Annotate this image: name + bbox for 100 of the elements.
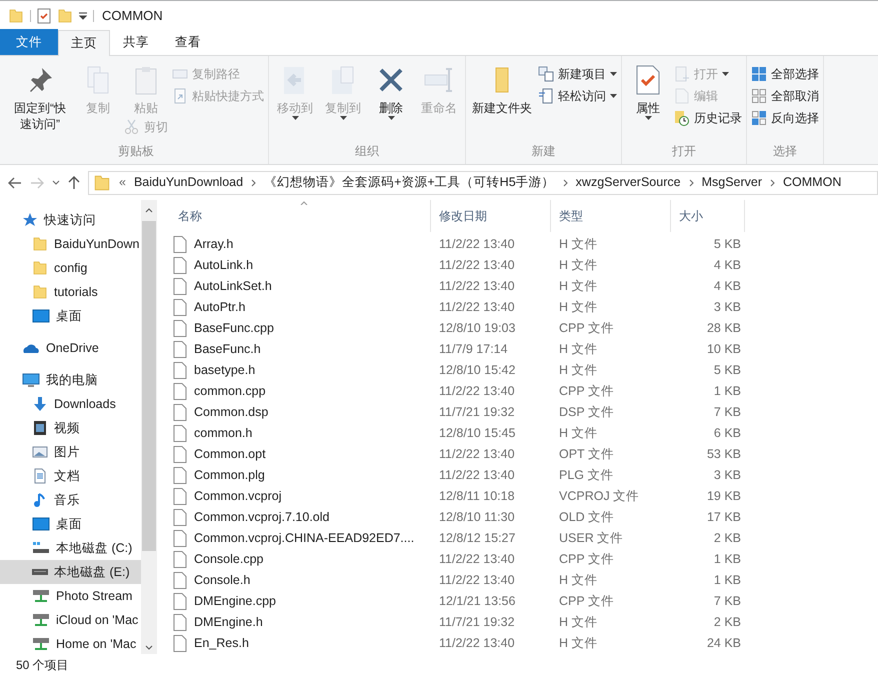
- table-cell-text: 11/2/22 13:40: [438, 446, 516, 464]
- column-header[interactable]: 类型: [551, 200, 671, 232]
- picture-icon: [32, 444, 48, 460]
- file-name[interactable]: Common.opt: [194, 445, 266, 464]
- dropdown-icon[interactable]: [79, 12, 87, 20]
- file-name[interactable]: Common.vcproj: [194, 487, 282, 506]
- chevron-down-icon[interactable]: [52, 180, 60, 186]
- ribbon-button[interactable]: 全部取消: [751, 86, 819, 105]
- sidebar-item[interactable]: iCloud on 'Mac: [0, 608, 141, 632]
- scrollbar-thumb[interactable]: [142, 221, 156, 551]
- ribbon-tab[interactable]: 共享: [110, 29, 162, 55]
- file-name[interactable]: basetype.h: [194, 361, 256, 380]
- file-name[interactable]: BaseFunc.cpp: [194, 319, 274, 338]
- file-name[interactable]: Common.vcproj.CHINA-EEAD92ED7....: [194, 529, 414, 548]
- sidebar-item[interactable]: 我的电脑: [0, 368, 141, 392]
- file-name[interactable]: BaseFunc.h: [194, 340, 261, 359]
- file-name[interactable]: AutoLinkSet.h: [194, 277, 272, 296]
- table-cell-text: CPP 文件: [558, 551, 615, 568]
- ribbon-button[interactable]: 新建文件夹: [470, 60, 534, 116]
- sidebar-item[interactable]: 快速访问: [0, 208, 141, 232]
- table-cell-text: 1 KB: [712, 551, 741, 568]
- ribbon-button[interactable]: 轻松访问: [538, 86, 617, 105]
- ribbon-button[interactable]: 删除: [369, 60, 413, 120]
- grid-icon: [751, 66, 767, 82]
- ribbon-tab[interactable]: 查看: [162, 29, 214, 55]
- sidebar-item[interactable]: Home on 'Mac: [0, 632, 141, 654]
- file-icon: [173, 278, 187, 295]
- address-field[interactable]: « BaiduYunDownload 《幻想物语》全套源码+资源+工具（可转H5手游） xwzgServerSource MsgServer COMMON: [88, 170, 878, 194]
- download-arrow-icon: [32, 396, 48, 412]
- checked-page-icon[interactable]: [37, 8, 51, 24]
- table-cell-text: H 文件: [558, 362, 598, 380]
- document-icon: [32, 468, 48, 484]
- ribbon-button[interactable]: 固定到“快速访问”: [8, 60, 72, 132]
- file-name[interactable]: Common.dsp: [194, 403, 268, 422]
- file-name[interactable]: Array.h: [194, 235, 234, 254]
- chevron-right-icon[interactable]: [770, 178, 776, 186]
- sidebar-item[interactable]: 本地磁盘 (C:): [0, 536, 141, 560]
- grid-icon: [751, 110, 767, 126]
- ribbon-tab[interactable]: 主页: [58, 30, 110, 56]
- ribbon-button[interactable]: 反向选择: [751, 108, 819, 127]
- file-name[interactable]: common.h: [194, 424, 252, 443]
- breadcrumb[interactable]: MsgServer: [702, 173, 762, 192]
- cloud-icon: [22, 342, 40, 354]
- table-cell-text: 11/2/22 13:40: [438, 299, 516, 316]
- up-arrow-icon[interactable]: [68, 176, 80, 190]
- ribbon-tab[interactable]: 文件: [0, 29, 58, 55]
- column-header[interactable]: 大小: [671, 200, 745, 232]
- sidebar-item[interactable]: 本地磁盘 (E:): [0, 560, 141, 584]
- column-header[interactable]: 修改日期: [431, 200, 551, 232]
- sidebar-item[interactable]: config: [0, 256, 141, 280]
- sidebar-item[interactable]: 桌面: [0, 304, 141, 328]
- breadcrumb[interactable]: 《幻想物语》全套源码+资源+工具（可转H5手游）: [264, 173, 555, 192]
- breadcrumb[interactable]: xwzgServerSource: [576, 173, 681, 192]
- window-title: COMMON: [102, 6, 163, 25]
- caret-icon: [610, 94, 617, 98]
- sidebar-item[interactable]: 图片: [0, 440, 141, 464]
- scrollbar[interactable]: [141, 200, 157, 654]
- file-name[interactable]: AutoPtr.h: [194, 298, 246, 317]
- ribbon-button[interactable]: 历史记录: [674, 108, 742, 127]
- sidebar-item[interactable]: 桌面: [0, 512, 141, 536]
- sidebar-item[interactable]: OneDrive: [0, 336, 141, 360]
- sidebar-item[interactable]: 文档: [0, 464, 141, 488]
- ribbon-button[interactable]: 属性: [626, 60, 670, 120]
- file-name[interactable]: DMEngine.cpp: [194, 592, 276, 611]
- ribbon-button[interactable]: 全部选择: [751, 64, 819, 83]
- file-name[interactable]: Common.plg: [194, 466, 265, 485]
- file-name[interactable]: DMEngine.h: [194, 613, 263, 632]
- sidebar-item[interactable]: Photo Stream: [0, 584, 141, 608]
- file-name[interactable]: Common.vcproj.7.10.old: [194, 508, 330, 527]
- breadcrumb[interactable]: COMMON: [783, 173, 842, 192]
- file-name[interactable]: Console.cpp: [194, 550, 264, 569]
- page-icon: [538, 88, 554, 104]
- chevron-right-icon[interactable]: [251, 178, 256, 186]
- file-name[interactable]: Console.h: [194, 571, 250, 590]
- sidebar-item[interactable]: BaiduYunDown: [0, 232, 141, 256]
- file-name[interactable]: common.cpp: [194, 382, 266, 401]
- caret-icon: [292, 116, 298, 120]
- sidebar-item[interactable]: 音乐: [0, 488, 141, 512]
- status-text: 50 个项目: [16, 657, 69, 674]
- breadcrumb[interactable]: BaiduYunDownload: [134, 173, 244, 192]
- file-name[interactable]: AutoLink.h: [194, 256, 254, 275]
- file-icon: [173, 488, 187, 505]
- ribbon-button[interactable]: 新建项目: [538, 64, 617, 83]
- new-item-icon: [538, 66, 554, 82]
- table-cell-text: 12/8/10 15:42: [438, 362, 516, 380]
- column-header[interactable]: 名称: [170, 200, 431, 232]
- sidebar-item[interactable]: Downloads: [0, 392, 141, 416]
- file-icon: [173, 236, 187, 253]
- sidebar-item[interactable]: tutorials: [0, 280, 141, 304]
- file-name[interactable]: En_Res.h: [194, 634, 249, 653]
- chevron-right-icon[interactable]: [688, 178, 694, 186]
- overflow-chevron[interactable]: «: [119, 173, 126, 192]
- chevron-up-icon[interactable]: [145, 208, 153, 213]
- chevron-down-icon[interactable]: [145, 645, 153, 650]
- drive-icon: [32, 541, 50, 555]
- chevron-right-icon[interactable]: [562, 178, 568, 186]
- back-arrow-icon[interactable]: [8, 176, 22, 188]
- film-icon: [32, 420, 48, 436]
- sidebar-item[interactable]: 视频: [0, 416, 141, 440]
- table-cell-text: 11/2/22 13:40: [438, 551, 516, 568]
